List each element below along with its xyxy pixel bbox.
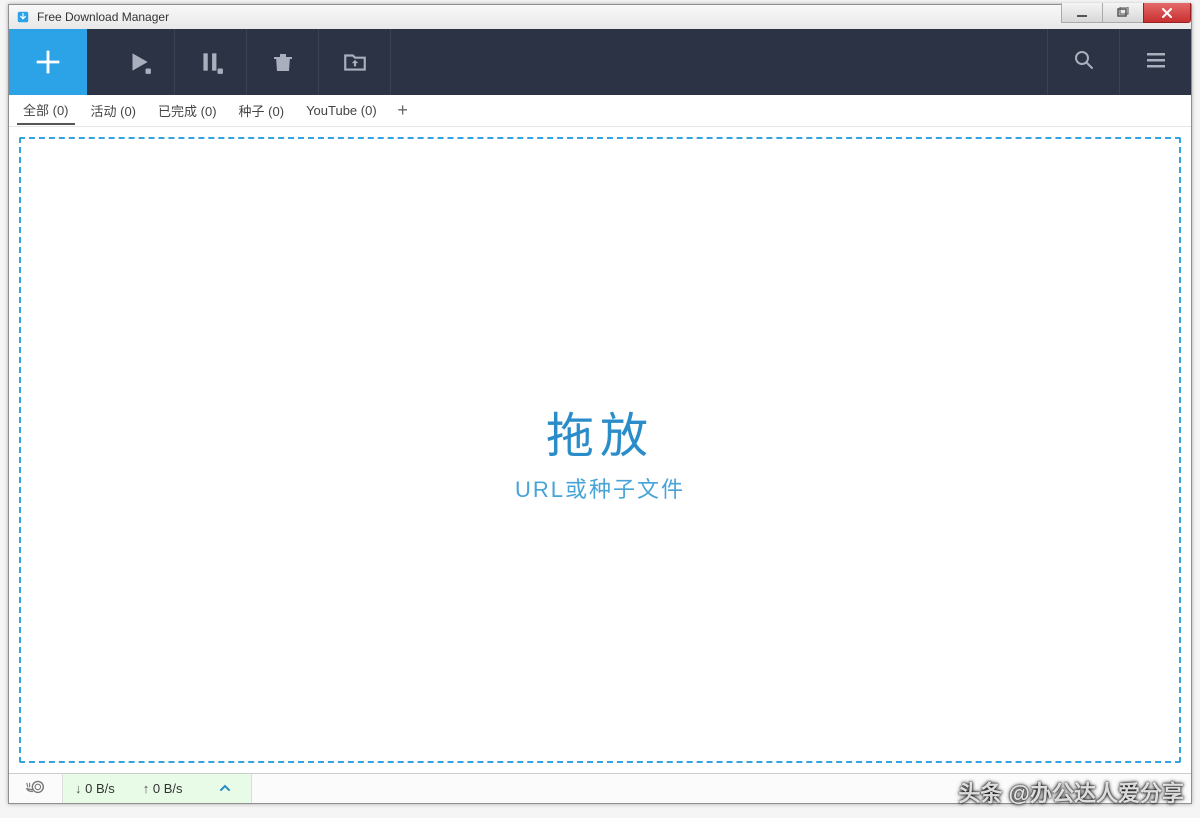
delete-button[interactable] bbox=[247, 29, 319, 95]
up-arrow-icon: ↑ bbox=[143, 781, 150, 796]
maximize-button[interactable] bbox=[1102, 3, 1144, 23]
titlebar: Free Download Manager bbox=[9, 5, 1191, 29]
down-arrow-icon: ↓ bbox=[75, 781, 82, 796]
tab-completed[interactable]: 已完成 (0) bbox=[152, 97, 223, 124]
filter-tabs: 全部 (0) 活动 (0) 已完成 (0) 种子 (0) YouTube (0)… bbox=[9, 95, 1191, 127]
add-tab-button[interactable]: + bbox=[393, 101, 413, 121]
close-button[interactable] bbox=[1143, 3, 1191, 23]
toolbar-right bbox=[1047, 29, 1191, 95]
app-title: Free Download Manager bbox=[37, 10, 169, 24]
dropzone-subtitle: URL或种子文件 bbox=[515, 472, 685, 504]
download-speed: ↓ 0 B/s bbox=[75, 781, 115, 796]
app-window: Free Download Manager bbox=[8, 4, 1192, 804]
dropzone-title: 拖放 bbox=[546, 396, 654, 466]
speed-panel[interactable]: ↓ 0 B/s ↑ 0 B/s bbox=[63, 774, 252, 803]
tab-active[interactable]: 活动 (0) bbox=[85, 97, 143, 124]
download-speed-value: 0 B/s bbox=[85, 781, 115, 796]
search-icon bbox=[1072, 48, 1096, 77]
toolbar-spacer bbox=[391, 29, 1047, 95]
minimize-button[interactable] bbox=[1061, 3, 1103, 23]
snail-icon bbox=[25, 775, 47, 802]
app-logo-icon bbox=[15, 9, 31, 25]
add-download-button[interactable] bbox=[9, 29, 87, 95]
tab-all[interactable]: 全部 (0) bbox=[17, 96, 75, 125]
status-bar: ↓ 0 B/s ↑ 0 B/s bbox=[9, 773, 1191, 803]
toolbar-actions bbox=[87, 29, 391, 95]
upload-speed-value: 0 B/s bbox=[153, 781, 183, 796]
pause-button[interactable] bbox=[175, 29, 247, 95]
speed-limit-button[interactable] bbox=[9, 774, 63, 803]
main-content: 拖放 URL或种子文件 bbox=[9, 127, 1191, 773]
drop-zone[interactable]: 拖放 URL或种子文件 bbox=[19, 137, 1181, 763]
open-folder-button[interactable] bbox=[319, 29, 391, 95]
menu-button[interactable] bbox=[1119, 29, 1191, 95]
tab-torrents[interactable]: 种子 (0) bbox=[233, 97, 291, 124]
search-button[interactable] bbox=[1047, 29, 1119, 95]
window-controls bbox=[1062, 3, 1191, 23]
chevron-up-icon bbox=[219, 781, 231, 797]
upload-speed: ↑ 0 B/s bbox=[143, 781, 183, 796]
hamburger-icon bbox=[1144, 48, 1168, 77]
collapse-speed-button[interactable] bbox=[211, 781, 239, 797]
tab-youtube[interactable]: YouTube (0) bbox=[300, 99, 383, 122]
start-button[interactable] bbox=[103, 29, 175, 95]
main-toolbar bbox=[9, 29, 1191, 95]
